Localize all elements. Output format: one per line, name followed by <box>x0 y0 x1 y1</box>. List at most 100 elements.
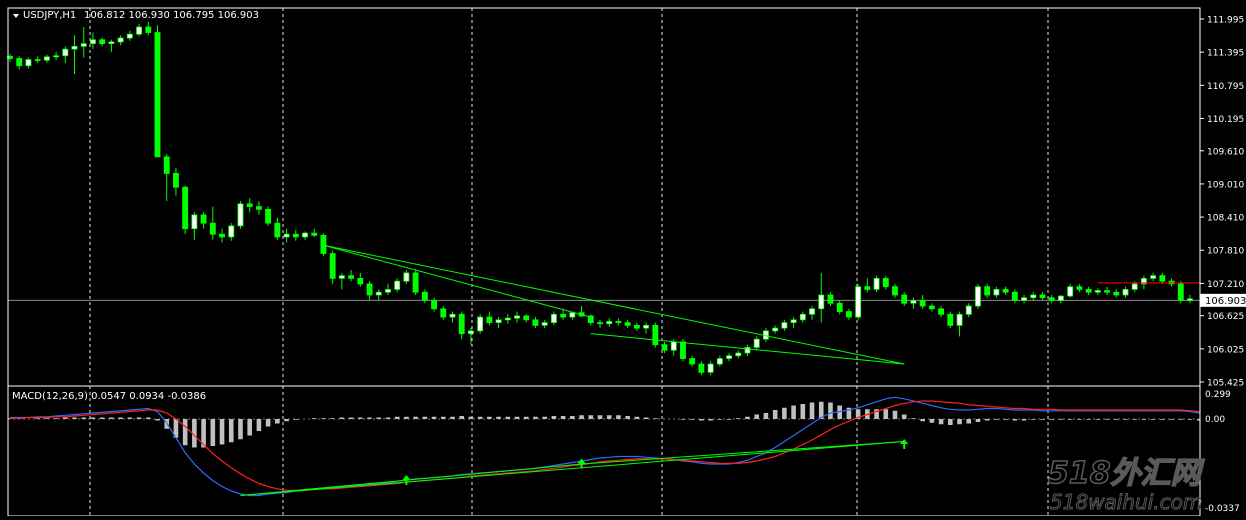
candle-body-bear <box>440 308 447 318</box>
candle <box>265 206 272 226</box>
candle-body-bear <box>16 58 23 67</box>
candle-body-bull <box>1131 283 1138 290</box>
candle-body-bear <box>209 222 216 235</box>
candle-body-bear <box>311 232 318 236</box>
macd-axis-label: 0.00 <box>1205 415 1225 425</box>
price-axis-label: 109.010 <box>1207 180 1244 190</box>
macd-axis-panel[interactable] <box>1200 386 1246 516</box>
candle-body-bull <box>136 26 142 35</box>
candle-body-bear <box>845 311 852 318</box>
candle-body-bull <box>191 214 198 230</box>
candle-body-bear <box>182 186 189 230</box>
candle-body-bear <box>145 26 152 33</box>
candle-body-bull <box>993 289 1000 296</box>
candle-body-bear <box>246 203 253 207</box>
macd-title: MACD(12,26,9) 0.0547 0.0934 -0.0386 <box>12 391 206 402</box>
candle <box>412 270 419 295</box>
candle-body-bull <box>818 294 825 310</box>
price-axis-panel[interactable] <box>1200 8 1246 386</box>
candle-body-bear <box>689 358 696 365</box>
candle-body-bull <box>228 225 235 238</box>
candle-body-bear <box>486 316 493 324</box>
candle-body-bear <box>532 319 539 326</box>
candle-body-bull <box>80 43 87 47</box>
chart-canvas[interactable]: 111.995 111.395 110.795 110.195 109.610 109.0… <box>0 0 1246 517</box>
candle-body-bear <box>698 363 705 373</box>
candle-body-bear <box>255 206 262 210</box>
candle-body-bear <box>1177 283 1184 301</box>
candle-body-bull <box>1187 298 1193 301</box>
candle-body-bear <box>154 32 161 158</box>
candle-body-bear <box>366 283 373 296</box>
candle-body-bull <box>1058 295 1064 301</box>
candle <box>975 283 981 309</box>
candle-body-bear <box>680 341 686 359</box>
price-axis-label: 110.195 <box>1207 115 1244 125</box>
candle-body-bear <box>661 344 668 351</box>
price-panel-header: USDJPY,H1 106.812 106.930 106.795 106.90… <box>13 10 259 21</box>
price-axis-label: 109.610 <box>1207 147 1244 157</box>
candle-body-bull <box>735 352 742 357</box>
watermark-line2: 518waihui.com <box>1050 490 1202 514</box>
candle-body-bull <box>606 321 613 325</box>
macd-axis-label: -0.0337 <box>1205 504 1240 514</box>
candle-body-bull <box>1094 290 1101 293</box>
candle-body-bull <box>707 363 714 373</box>
candle-body-bear <box>1104 290 1110 293</box>
candle-body-bear <box>265 208 272 224</box>
candle-body-bull <box>394 280 401 290</box>
candle-body-bull <box>237 203 244 227</box>
candle-body-bear <box>523 315 530 321</box>
candle-body-bear <box>173 173 179 188</box>
candle-body-bull <box>25 59 32 67</box>
current-price-label: 106.903 <box>1205 296 1246 307</box>
candle-body-bear <box>348 275 355 279</box>
candle-body-bear <box>1076 286 1083 290</box>
candle-body-bull <box>468 330 474 335</box>
candle-body-bull <box>495 319 502 324</box>
candle-body-bear <box>919 300 926 307</box>
candle-body-bull <box>71 45 78 50</box>
candle-body-bull <box>910 300 917 304</box>
candle-body-bull <box>403 272 410 282</box>
candle-body-bull <box>43 56 50 61</box>
candle-body-bull <box>514 315 520 319</box>
candle-body-bull <box>449 313 456 318</box>
candle-body-bear <box>421 291 428 301</box>
candle-body-bear <box>412 272 419 293</box>
price-axis-label: 108.410 <box>1207 214 1244 224</box>
candle-body-bear <box>827 294 834 304</box>
candle <box>947 311 954 329</box>
candle-body-bull <box>504 317 511 321</box>
candle-body-bull <box>569 312 576 318</box>
candle-body-bear <box>892 286 898 296</box>
candle-body-bull <box>108 41 115 44</box>
candle <box>182 185 189 235</box>
candle-body-bear <box>458 313 465 335</box>
candle-body-bull <box>1150 275 1157 279</box>
candle-body-bull <box>126 33 133 39</box>
candle-body-bull <box>1030 294 1037 299</box>
candle-body-bull <box>53 55 60 58</box>
candle-body-bear <box>836 302 843 312</box>
candle-body-bull <box>117 37 124 43</box>
chart-window[interactable]: 111.995 111.395 110.795 110.195 109.610 109.0… <box>0 0 1246 517</box>
candle-body-bull <box>790 319 797 324</box>
candle-body-bear <box>901 294 908 304</box>
candle-body-bull <box>477 316 484 332</box>
price-axis-label: 107.210 <box>1207 280 1244 290</box>
candle-body-bear <box>431 300 437 310</box>
candle-body-bear <box>652 324 659 346</box>
candle-body-bull <box>541 322 548 326</box>
candle-body-bull <box>716 358 723 365</box>
candle-body-bull <box>670 341 677 351</box>
candle-body-bull <box>873 278 880 290</box>
candle-body-bear <box>560 313 567 318</box>
candle <box>873 275 880 293</box>
candle <box>320 233 327 257</box>
macd-axis-label: 0.299 <box>1205 390 1231 400</box>
symbol-label: USDJPY,H1 <box>23 10 76 21</box>
watermark-line1: 518外汇网 <box>1048 456 1205 491</box>
current-price-marker: 106.903 <box>1200 293 1246 307</box>
candle <box>1177 281 1184 304</box>
